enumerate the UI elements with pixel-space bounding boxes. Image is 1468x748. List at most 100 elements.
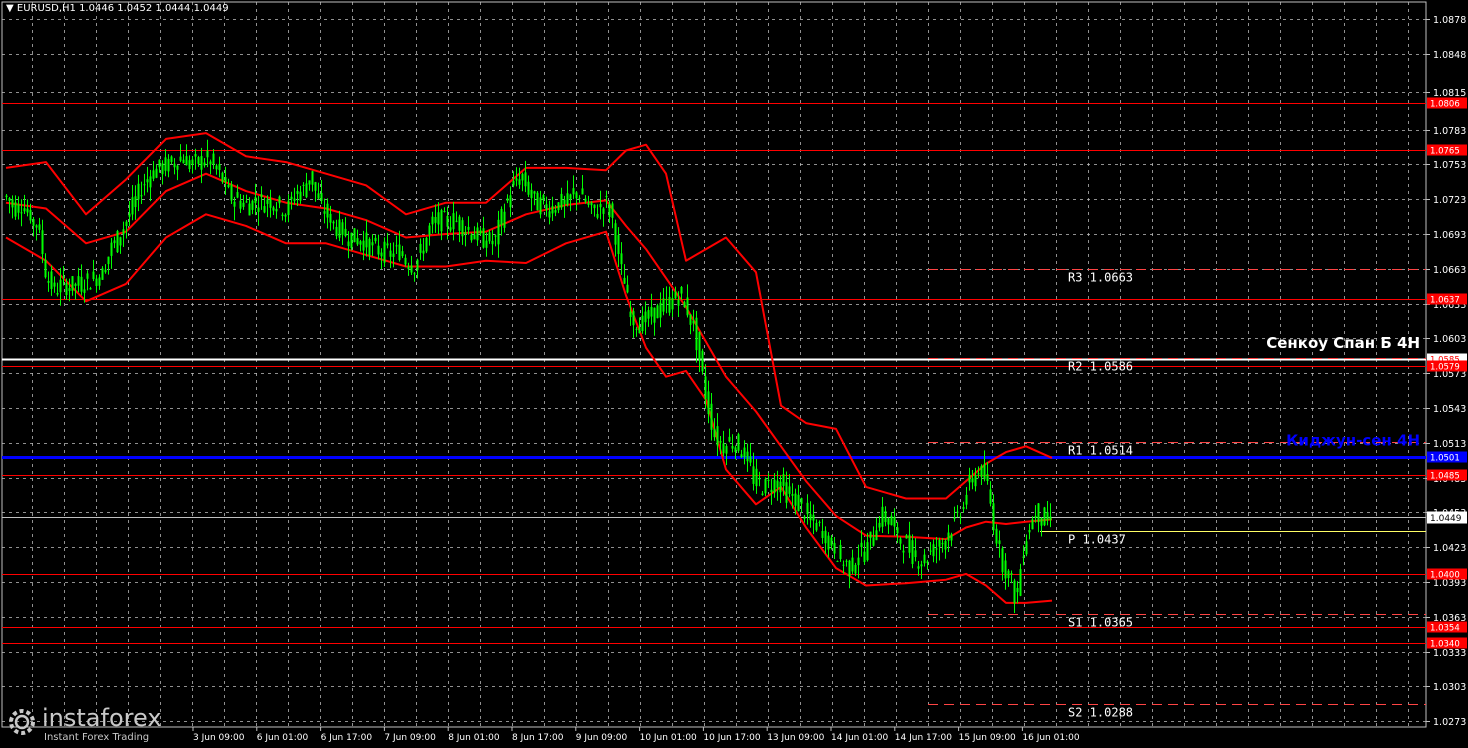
x-tick-label: 7 Jun 09:00 bbox=[384, 733, 436, 743]
candle-body bbox=[401, 251, 404, 257]
candle-body bbox=[521, 173, 524, 181]
candle-body bbox=[809, 514, 812, 521]
dropdown-arrow-icon[interactable]: ▼ bbox=[6, 3, 17, 14]
level-price-label: 1.0485 bbox=[1430, 472, 1460, 482]
candle-body bbox=[980, 465, 983, 477]
level-price-label: 1.0400 bbox=[1430, 571, 1460, 581]
candle-body bbox=[347, 241, 350, 247]
candle-body bbox=[407, 266, 410, 270]
candle-body bbox=[251, 200, 254, 210]
candle-body bbox=[257, 207, 260, 212]
candle-body bbox=[1043, 507, 1046, 526]
candle-body bbox=[683, 302, 686, 308]
candle-body bbox=[917, 566, 920, 569]
candle-body bbox=[656, 305, 659, 319]
candle-body bbox=[368, 239, 371, 256]
pivot-label: P 1.0437 bbox=[1068, 533, 1126, 547]
candle-body bbox=[911, 540, 914, 564]
candle-body bbox=[392, 253, 395, 257]
candle-body bbox=[575, 192, 578, 199]
candle-body bbox=[584, 198, 587, 202]
candle-body bbox=[563, 199, 566, 205]
candle-body bbox=[329, 213, 332, 223]
y-tick-label: 1.0753 bbox=[1433, 160, 1466, 171]
candle-body bbox=[314, 182, 317, 191]
candle-body bbox=[773, 479, 776, 493]
candle-body bbox=[422, 250, 425, 254]
candle-body bbox=[428, 225, 431, 235]
y-tick-label: 1.0848 bbox=[1433, 50, 1466, 61]
x-tick-label: 6 Jun 01:00 bbox=[257, 733, 309, 743]
candle-body bbox=[779, 481, 782, 493]
candle-body bbox=[308, 180, 311, 185]
price-chart: R3 1.0663 R2 1.0586 R1 1.0514 P 1.0437 S1 1.… bbox=[1, 1, 1467, 743]
candle-body bbox=[815, 522, 818, 531]
candle-body bbox=[29, 209, 32, 221]
candle-body bbox=[68, 288, 71, 291]
candle-body bbox=[755, 468, 758, 487]
candle-body bbox=[182, 159, 185, 164]
candle-body bbox=[827, 535, 830, 550]
candle-body bbox=[1046, 512, 1049, 521]
candle-body bbox=[107, 256, 110, 265]
candle-body bbox=[950, 534, 953, 541]
candle-body bbox=[908, 534, 911, 553]
candle-body bbox=[377, 245, 380, 255]
chart-grid bbox=[1, 1, 1427, 728]
candle-body bbox=[242, 202, 245, 207]
candle-body bbox=[194, 154, 197, 157]
candle-body bbox=[158, 159, 161, 168]
x-tick-label: 10 Jun 01:00 bbox=[640, 733, 697, 743]
candle-body bbox=[758, 478, 761, 480]
candle-body bbox=[869, 531, 872, 538]
candle-body bbox=[176, 165, 179, 170]
candle-body bbox=[1025, 541, 1028, 555]
candle-body bbox=[623, 277, 626, 284]
candle-body bbox=[458, 216, 461, 231]
candle-body bbox=[665, 299, 668, 301]
candle-body bbox=[383, 241, 386, 263]
candle-body bbox=[998, 540, 1001, 545]
candle-body bbox=[185, 156, 188, 166]
candle-body bbox=[293, 198, 296, 202]
candle-body bbox=[173, 163, 176, 168]
candle-body bbox=[50, 271, 53, 289]
candle-body bbox=[929, 550, 932, 552]
candle-body bbox=[674, 291, 677, 299]
candle-body bbox=[374, 237, 377, 242]
candle-body bbox=[530, 189, 533, 199]
candle-body bbox=[548, 211, 551, 218]
candle-body bbox=[833, 543, 836, 554]
candle-body bbox=[1004, 560, 1007, 579]
candle-body bbox=[926, 561, 929, 563]
candle-body bbox=[704, 376, 707, 400]
candle-body bbox=[335, 226, 338, 236]
candle-body bbox=[638, 327, 641, 334]
candle-body bbox=[620, 253, 623, 265]
y-tick-label: 1.0513 bbox=[1433, 439, 1466, 450]
y-tick-label: 1.0693 bbox=[1433, 230, 1466, 241]
candle-body bbox=[863, 551, 866, 563]
candle-body bbox=[851, 557, 854, 572]
candle-body bbox=[467, 226, 470, 230]
x-tick-label: 6 Jun 17:00 bbox=[321, 733, 373, 743]
candle-body bbox=[806, 502, 809, 515]
candle-body bbox=[752, 466, 755, 484]
candle-body bbox=[56, 293, 59, 295]
candle-body bbox=[635, 328, 638, 330]
candle-body bbox=[1019, 569, 1022, 596]
candle-body bbox=[461, 220, 464, 237]
candle-body bbox=[902, 550, 905, 553]
candle-body bbox=[86, 273, 89, 279]
candle-body bbox=[146, 179, 149, 183]
candle-body bbox=[977, 473, 980, 475]
candle-body bbox=[569, 194, 572, 199]
candle-body bbox=[857, 557, 860, 566]
x-tick-label: 14 Jun 01:00 bbox=[831, 733, 888, 743]
candle-body bbox=[35, 225, 38, 228]
candle-body bbox=[260, 194, 263, 198]
candle-body bbox=[599, 203, 602, 208]
candle-body bbox=[887, 518, 890, 525]
candle-body bbox=[959, 516, 962, 518]
symbol-header: ▼ EURUSD,H1 1.0446 1.0452 1.0444 1.0449 bbox=[6, 3, 229, 14]
